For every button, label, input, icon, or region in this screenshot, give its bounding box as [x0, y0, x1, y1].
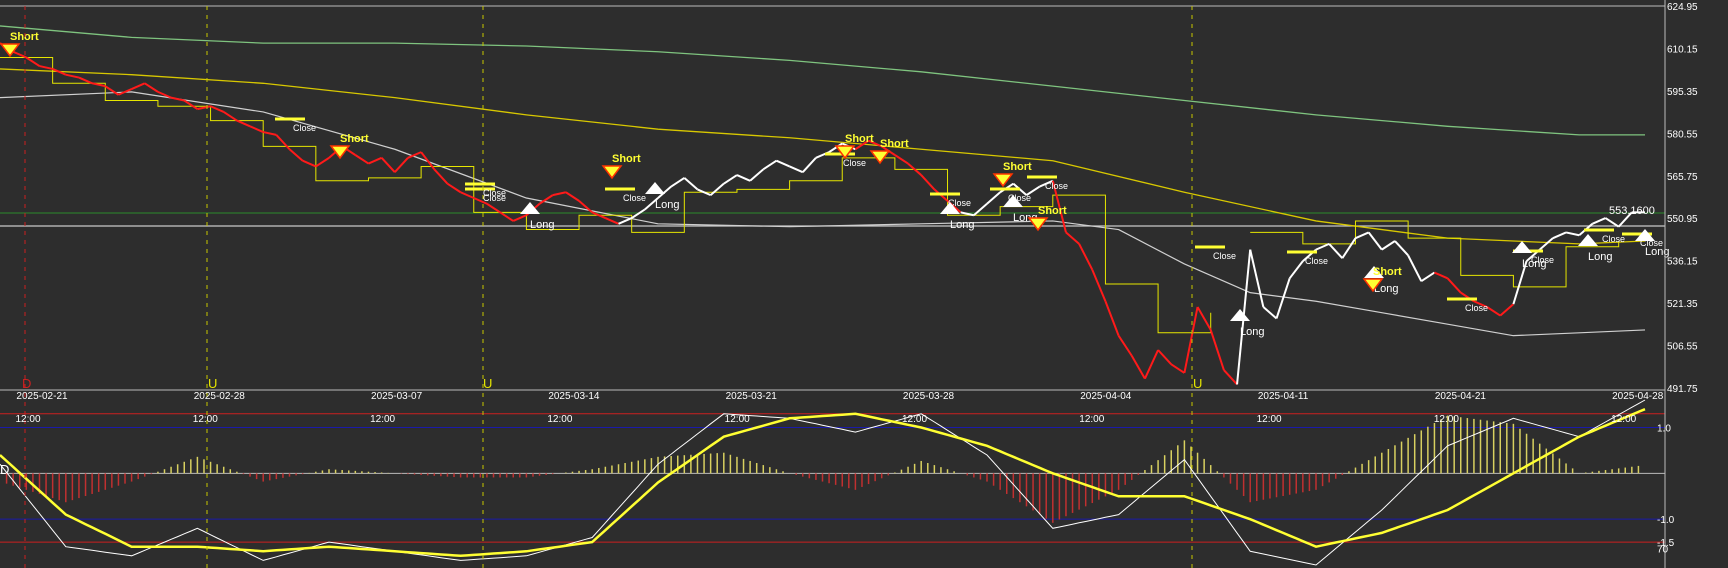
x-tick-time: 12:00 [902, 414, 927, 425]
close-label: Close [1213, 251, 1236, 261]
long-label: Long [1522, 258, 1546, 270]
short-label: Short [612, 153, 641, 165]
x-tick-date: 2025-03-07 [371, 391, 423, 402]
close-label: Close [843, 158, 866, 168]
close-label: Close [623, 193, 646, 203]
short-label: Short [1038, 205, 1067, 217]
close-label: Close [1602, 234, 1625, 244]
close-label: Close [1305, 256, 1328, 266]
x-tick-time: 12:00 [193, 414, 218, 425]
x-tick-time: 12:00 [547, 414, 572, 425]
price-y-tick: 536.15 [1667, 257, 1698, 268]
osc-y-tick: -1.0 [1657, 515, 1675, 526]
long-label: Long [1240, 326, 1264, 338]
chart-background [0, 0, 1728, 568]
long-label: Long [655, 199, 679, 211]
price-y-tick: 624.95 [1667, 2, 1698, 13]
x-tick-date: 2025-04-04 [1080, 391, 1132, 402]
x-tick-date: 2025-04-11 [1258, 391, 1309, 402]
x-tick-time: 12:00 [15, 414, 40, 425]
close-label: Close [483, 188, 506, 198]
trend-marker: U [208, 376, 217, 391]
price-y-tick: 521.35 [1667, 299, 1698, 310]
x-tick-date: 2025-03-28 [903, 391, 955, 402]
trend-marker: U [1193, 376, 1202, 391]
x-tick-time: 12:00 [725, 414, 750, 425]
price-y-tick: 595.35 [1667, 87, 1698, 98]
osc-y-tick: 1.0 [1657, 424, 1671, 435]
short-label: Short [1373, 266, 1402, 278]
close-label: Close [1465, 303, 1488, 313]
close-label: Close [1045, 181, 1068, 191]
x-tick-time: 12:00 [1257, 414, 1282, 425]
trend-marker: U [483, 376, 492, 391]
x-tick-date: 2025-04-21 [1435, 391, 1487, 402]
long-label: Long [950, 219, 974, 231]
x-tick-date: 2025-02-21 [16, 391, 68, 402]
x-tick-date: 2025-04-28 [1612, 391, 1664, 402]
price-y-tick: 491.75 [1667, 384, 1698, 395]
osc-y-tick-overlap: 70 [1657, 544, 1669, 555]
x-tick-date: 2025-02-28 [194, 391, 246, 402]
close-label: Close [293, 123, 316, 133]
long-label: Long [1645, 246, 1669, 258]
price-y-tick: 565.75 [1667, 172, 1698, 183]
x-tick-time: 12:00 [1611, 414, 1636, 425]
price-y-tick: 580.55 [1667, 129, 1698, 140]
x-tick-date: 2025-03-21 [726, 391, 778, 402]
x-tick-time: 12:00 [1434, 414, 1459, 425]
short-label: Short [880, 138, 909, 150]
short-label: Short [845, 133, 874, 145]
last-price-label: 553.1600 [1609, 205, 1655, 217]
x-tick-date: 2025-03-14 [548, 391, 600, 402]
trading-chart: 553.1600 Short Close Short Close Long Close Sho… [0, 0, 1728, 568]
x-tick-time: 12:00 [1079, 414, 1104, 425]
short-label: Short [1003, 161, 1032, 173]
long-label: Long [530, 219, 554, 231]
price-y-tick: 550.95 [1667, 214, 1698, 225]
price-y-tick: 610.15 [1667, 44, 1698, 55]
short-label: Short [340, 133, 369, 145]
long-label: Long [1588, 251, 1612, 263]
chart-canvas: 553.1600 Short Close Short Close Long Close Sho… [0, 0, 1728, 568]
x-tick-time: 12:00 [370, 414, 395, 425]
price-y-tick: 506.55 [1667, 342, 1698, 353]
trend-marker: D [22, 376, 31, 391]
